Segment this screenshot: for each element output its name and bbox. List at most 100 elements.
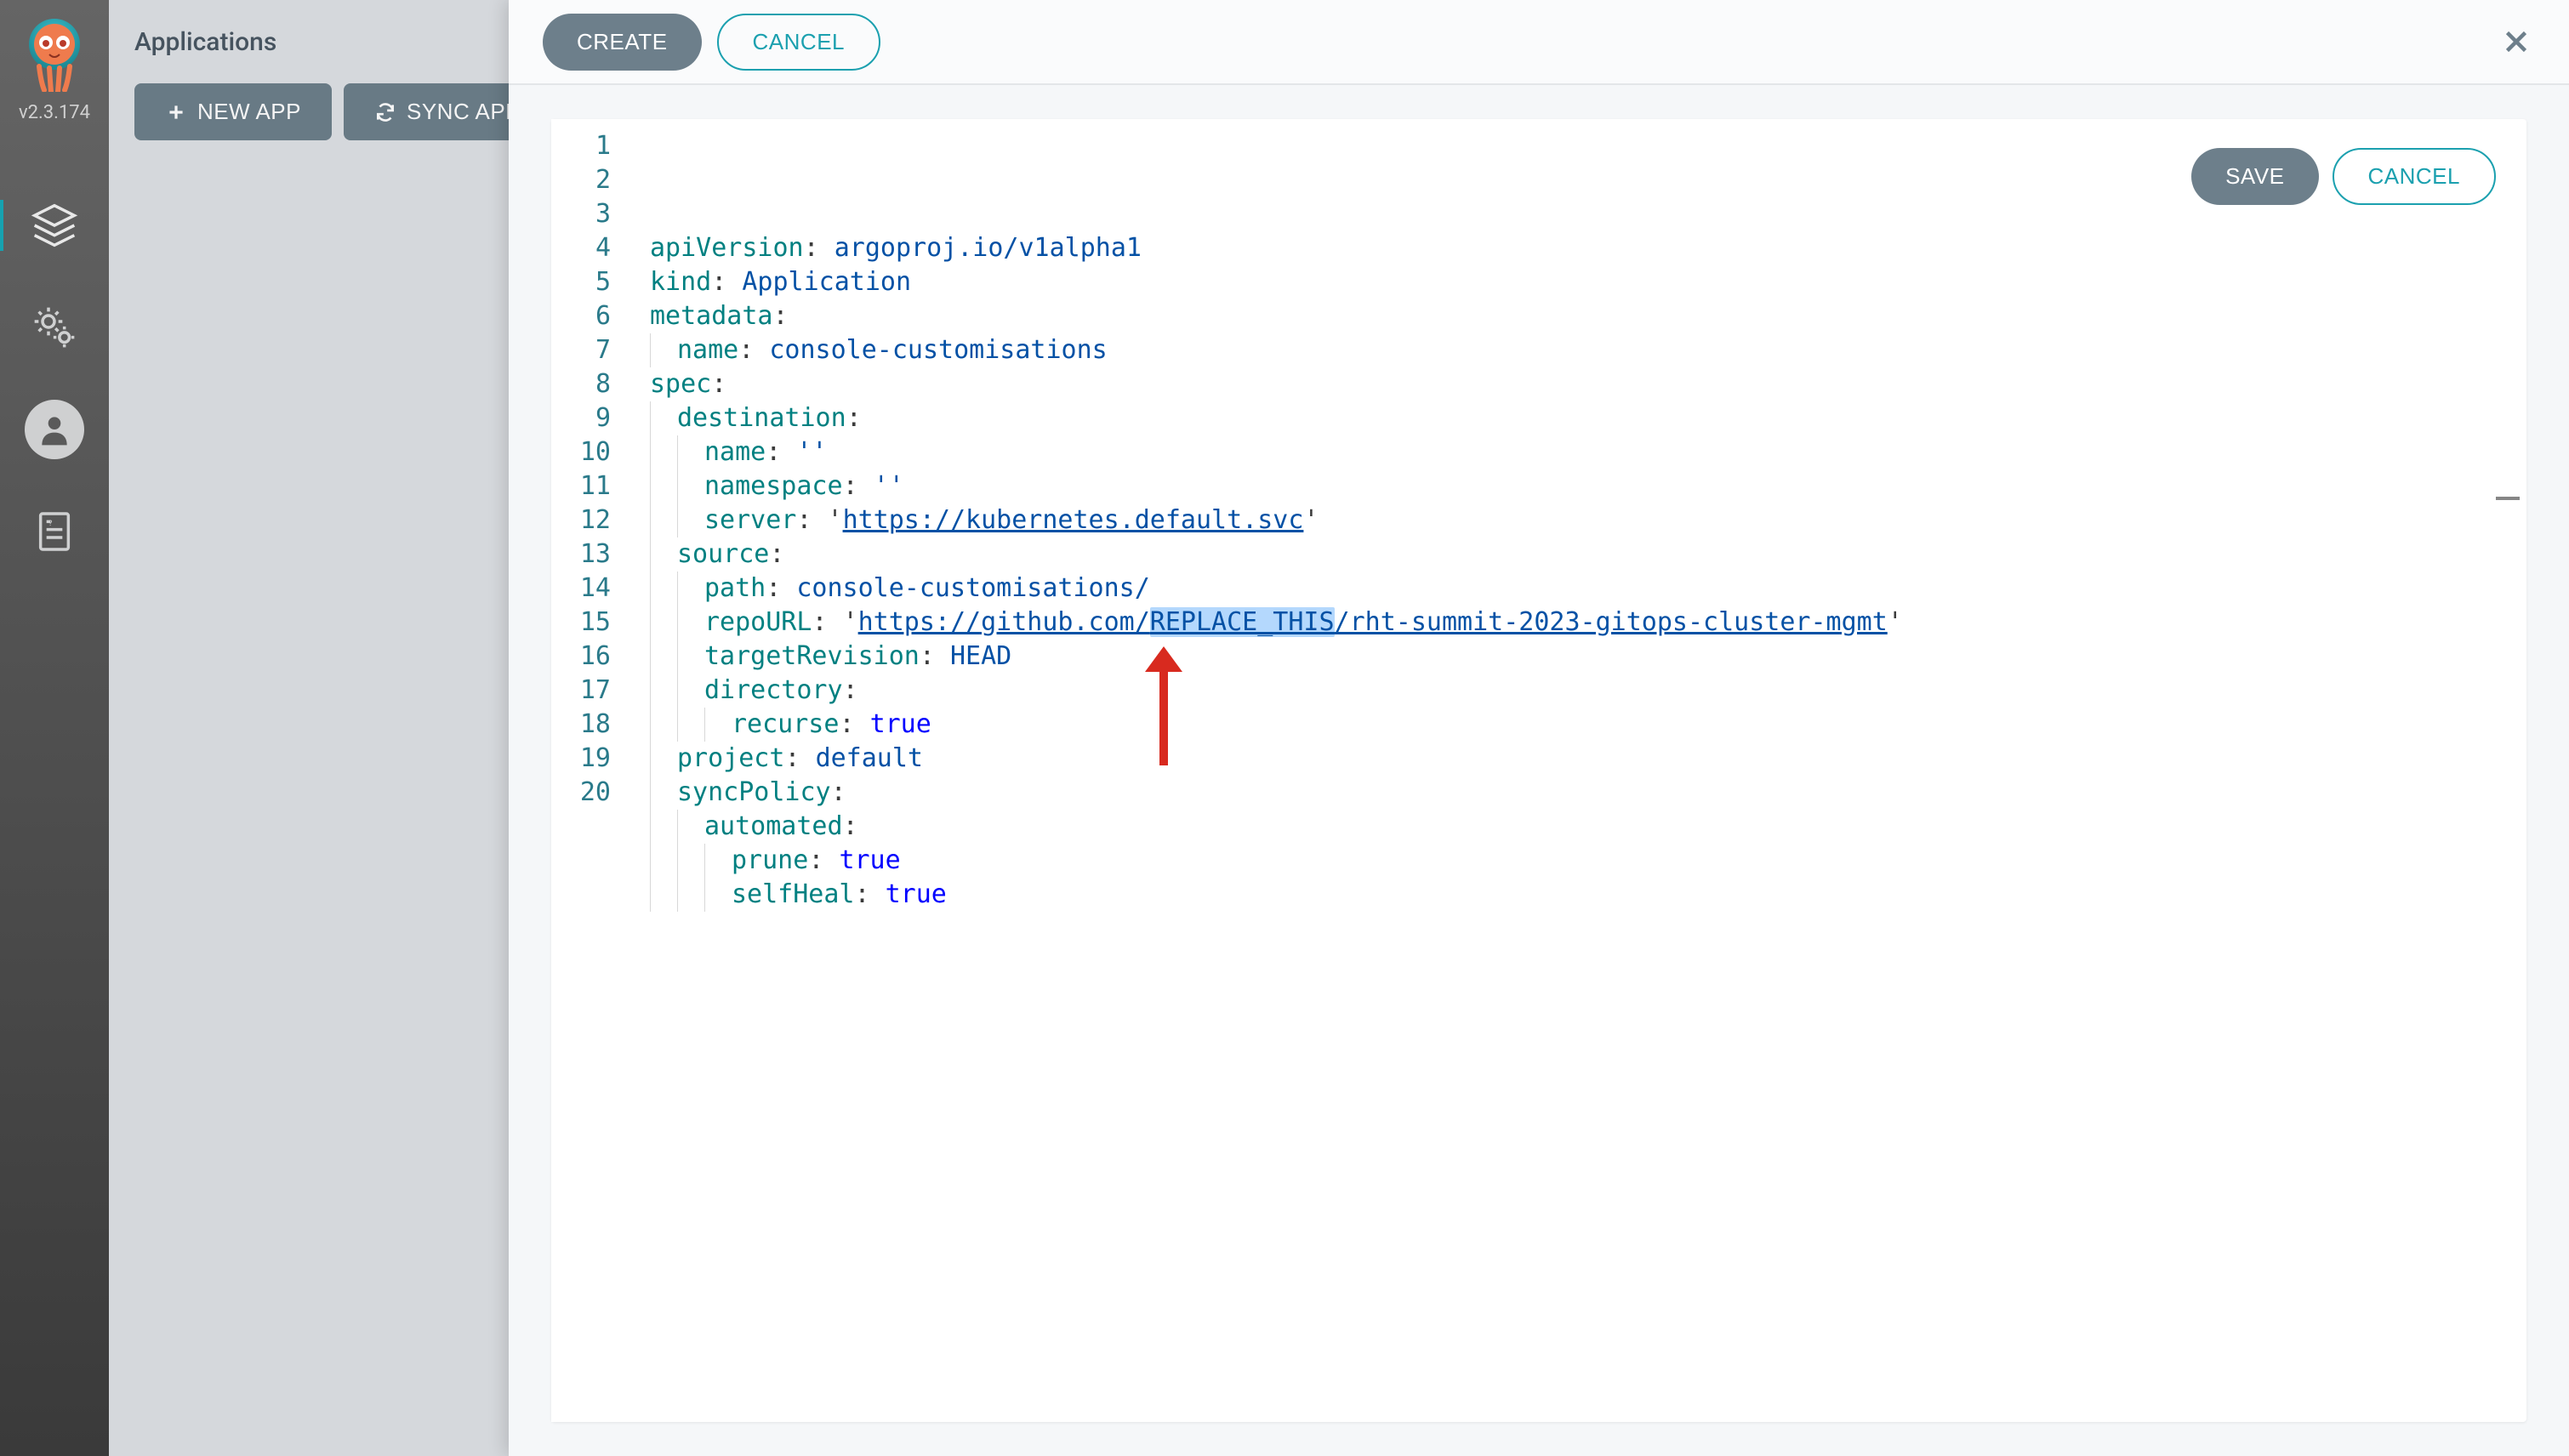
cancel-button[interactable]: CANCEL (717, 14, 880, 71)
code-line[interactable]: selfHeal: true (650, 878, 2526, 912)
code-token: true (839, 845, 900, 875)
code-token: : (711, 369, 726, 399)
code-token: true (886, 879, 947, 909)
code-line[interactable]: prune: true (650, 844, 2526, 878)
code-line[interactable]: metadata: (650, 299, 2526, 333)
code-line[interactable]: project: default (650, 742, 2526, 776)
code-line[interactable]: server: 'https://kubernetes.default.svc' (650, 503, 2526, 537)
editor-actions: SAVE CANCEL (2191, 148, 2496, 205)
code-line[interactable]: source: (650, 537, 2526, 572)
avatar (25, 400, 84, 459)
code-line[interactable]: namespace: '' (650, 469, 2526, 503)
code-line[interactable]: repoURL: 'https://github.com/REPLACE_THI… (650, 606, 2526, 640)
line-number: 13 (551, 537, 629, 572)
sidebar: v2.3.174 (0, 0, 109, 1456)
code-line[interactable]: name: console-customisations (650, 333, 2526, 367)
line-number: 6 (551, 299, 629, 333)
line-number: 11 (551, 469, 629, 503)
line-number: 18 (551, 708, 629, 742)
line-number: 17 (551, 674, 629, 708)
main-area: Applications NEW APP SYNC APP CREATE CAN… (109, 0, 2569, 1456)
sidebar-item-applications[interactable] (0, 174, 109, 276)
code-token: spec (650, 369, 711, 399)
document-icon: ? (31, 508, 78, 555)
user-icon (36, 411, 73, 448)
line-number: 1 (551, 129, 629, 163)
line-number: 15 (551, 606, 629, 640)
code-line[interactable]: destination: (650, 401, 2526, 435)
code-token: REPLACE_THIS (1150, 607, 1335, 637)
argo-logo (20, 14, 88, 95)
line-number: 7 (551, 333, 629, 367)
code-token: destination (677, 403, 846, 433)
code-line[interactable]: kind: Application (650, 265, 2526, 299)
svg-text:?: ? (48, 519, 53, 528)
code-token: : (839, 709, 869, 739)
code-token: true (870, 709, 931, 739)
line-number: 3 (551, 197, 629, 231)
code-token: argoproj.io/v1alpha1 (834, 233, 1142, 263)
code-token: : (773, 301, 789, 331)
code-token: : (812, 607, 842, 637)
code-token: https://github.com/ (858, 607, 1150, 637)
sidebar-item-settings[interactable] (0, 276, 109, 378)
code-token: : (796, 505, 827, 535)
code-token: console-customisations/ (796, 573, 1149, 603)
version-label: v2.3.174 (19, 102, 90, 123)
code-token: name (704, 437, 766, 467)
line-number: 12 (551, 503, 629, 537)
code-token: : (769, 539, 784, 569)
code-token: metadata (650, 301, 773, 331)
code-line[interactable]: automated: (650, 810, 2526, 844)
code-token: '' (874, 471, 904, 501)
line-number: 5 (551, 265, 629, 299)
code-token: : (738, 335, 769, 365)
line-number: 2 (551, 163, 629, 197)
code-line[interactable]: apiVersion: argoproj.io/v1alpha1 (650, 231, 2526, 265)
code-token: : (843, 675, 858, 705)
yaml-editor[interactable]: SAVE CANCEL 1234567891011121314151617181… (551, 119, 2526, 1422)
create-button[interactable]: CREATE (543, 14, 702, 71)
line-number: 10 (551, 435, 629, 469)
code-line[interactable]: directory: (650, 674, 2526, 708)
line-number: 9 (551, 401, 629, 435)
code-token: namespace (704, 471, 843, 501)
code-token: project (677, 743, 784, 773)
save-button[interactable]: SAVE (2191, 148, 2318, 205)
code-line[interactable]: recurse: true (650, 708, 2526, 742)
code-token: : (766, 437, 796, 467)
code-token: server (704, 505, 796, 535)
editor-gutter: 1234567891011121314151617181920 (551, 119, 629, 1422)
sidebar-item-docs[interactable]: ? (0, 481, 109, 583)
code-token: ' (843, 607, 858, 637)
code-token: Application (742, 267, 911, 297)
code-token: : (766, 573, 796, 603)
code-token: kind (650, 267, 711, 297)
code-token: : (804, 233, 834, 263)
code-token: path (704, 573, 766, 603)
code-token: : (920, 641, 950, 671)
code-token: directory (704, 675, 843, 705)
code-line[interactable]: name: '' (650, 435, 2526, 469)
code-line[interactable]: path: console-customisations/ (650, 572, 2526, 606)
line-number: 20 (551, 776, 629, 810)
code-line[interactable]: spec: (650, 367, 2526, 401)
code-token: automated (704, 811, 843, 841)
code-token: : (784, 743, 815, 773)
editor-code[interactable]: apiVersion: argoproj.io/v1alpha1kind: Ap… (629, 119, 2526, 1422)
code-token: : (831, 777, 846, 807)
editor-cancel-button[interactable]: CANCEL (2333, 148, 2496, 205)
close-icon (2501, 26, 2532, 57)
code-token: HEAD (950, 641, 1011, 671)
sidebar-item-user[interactable] (0, 378, 109, 481)
line-number: 4 (551, 231, 629, 265)
code-line[interactable]: syncPolicy: (650, 776, 2526, 810)
line-number: 19 (551, 742, 629, 776)
create-app-panel: CREATE CANCEL SAVE CANCEL 12345678910111… (509, 0, 2569, 1456)
close-button[interactable] (2498, 23, 2535, 60)
code-token: name (677, 335, 738, 365)
line-number: 14 (551, 572, 629, 606)
line-number: 16 (551, 640, 629, 674)
code-token: : (855, 879, 886, 909)
code-line[interactable]: targetRevision: HEAD (650, 640, 2526, 674)
